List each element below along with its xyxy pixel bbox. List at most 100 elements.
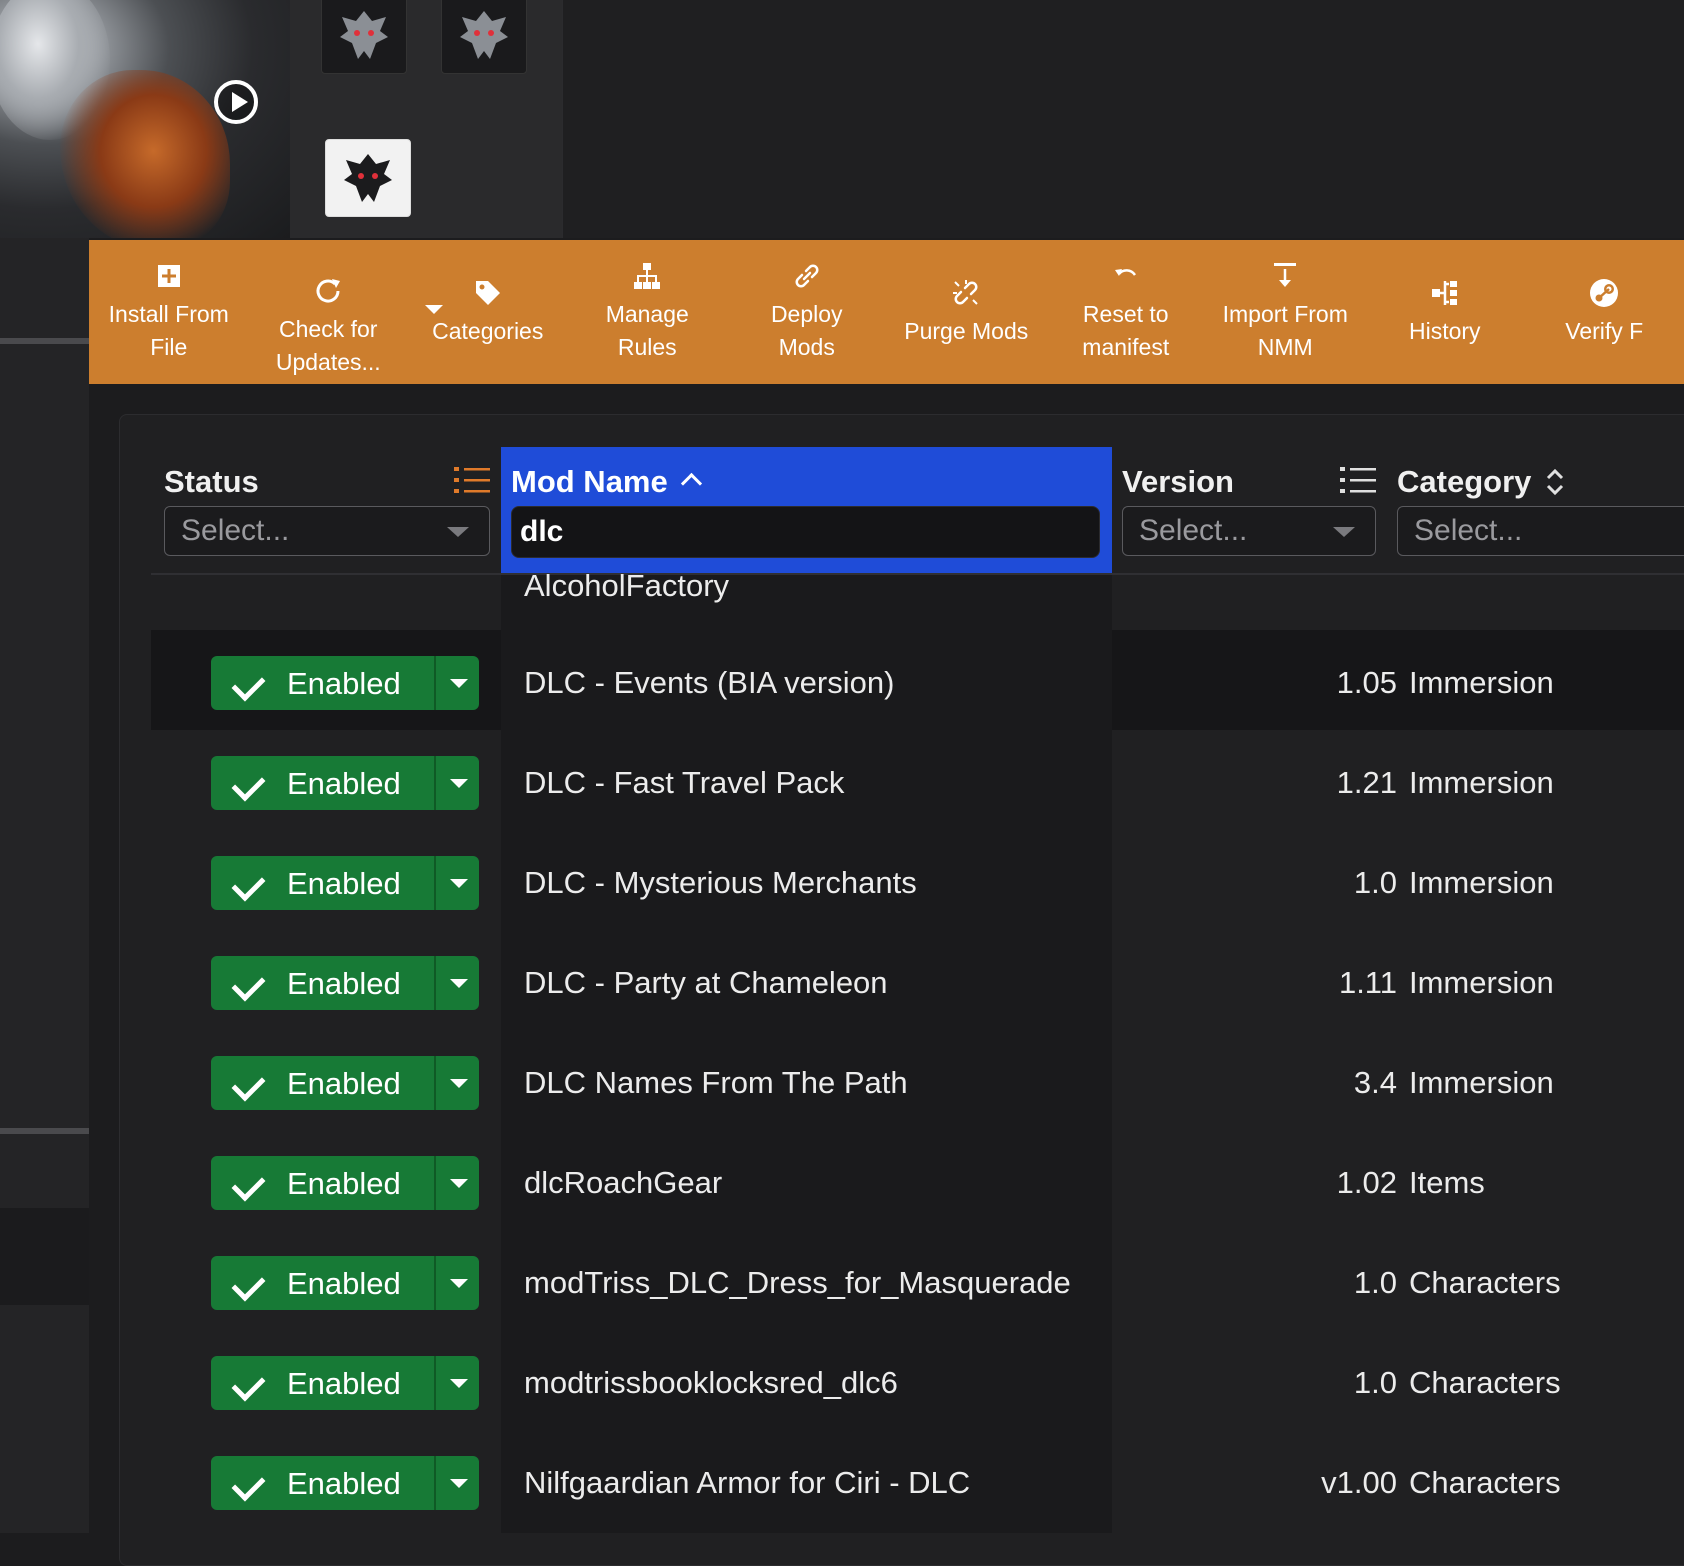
caret-down-icon[interactable] (450, 1179, 468, 1188)
mod-category: Items (1409, 1165, 1485, 1201)
table-row[interactable]: Enabled DLC - Fast Travel Pack 1.21 Imme… (151, 732, 1684, 832)
table-row[interactable]: Enabled DLC - Events (BIA version) 1.05 … (151, 632, 1684, 732)
caret-down-icon[interactable] (450, 1479, 468, 1488)
version-column-header[interactable]: Version (1122, 464, 1234, 500)
enabled-status-button[interactable]: Enabled (211, 856, 479, 910)
partial-list-item[interactable]: AlcoholFactory (524, 568, 729, 604)
install-from-file-button[interactable]: Install From File (89, 240, 249, 384)
tool-thumbnail-3[interactable] (325, 139, 411, 217)
caret-down-icon[interactable] (450, 779, 468, 788)
enabled-status-button[interactable]: Enabled (211, 1456, 479, 1510)
table-row[interactable]: Enabled dlcRoachGear 1.02 Items (151, 1132, 1684, 1232)
caret-down-icon[interactable] (450, 1079, 468, 1088)
caret-down-icon[interactable] (450, 979, 468, 988)
checkmark-icon (232, 868, 266, 902)
deploy-mods-button[interactable]: Deploy Mods (727, 240, 887, 384)
mod-version: 1.05 (1337, 665, 1397, 701)
mod-version: 3.4 (1354, 1065, 1397, 1101)
mod-category: Characters (1409, 1265, 1561, 1301)
wolf-icon (336, 7, 392, 63)
undo-icon (1110, 260, 1142, 292)
import-from-nmm-button[interactable]: Import From NMM (1206, 240, 1366, 384)
table-row[interactable]: Enabled DLC Names From The Path 3.4 Imme… (151, 1032, 1684, 1132)
reset-to-manifest-button[interactable]: Reset to manifest (1046, 240, 1206, 384)
table-row[interactable]: Enabled modTriss_DLC_Dress_for_Masquerad… (151, 1232, 1684, 1332)
category-column-header[interactable]: Category (1397, 464, 1531, 500)
enabled-status-button[interactable]: Enabled (211, 1056, 479, 1110)
wolf-icon (456, 7, 512, 63)
history-button[interactable]: History (1365, 240, 1525, 384)
table-row[interactable]: Enabled modtrissbooklocksred_dlc6 1.0 Ch… (151, 1332, 1684, 1432)
mods-toolbar: Install From File Check for Updates... C… (89, 240, 1684, 384)
install-icon (153, 260, 185, 292)
game-header (0, 0, 1684, 238)
mod-category: Immersion (1409, 965, 1554, 1001)
caret-down-icon[interactable] (450, 879, 468, 888)
mod-category: Characters (1409, 1365, 1561, 1401)
mod-category: Immersion (1409, 765, 1554, 801)
category-filter-select[interactable]: Select... (1397, 506, 1684, 556)
steam-icon (1588, 277, 1620, 309)
manage-rules-button[interactable]: Manage Rules (568, 240, 728, 384)
mod-name: DLC - Events (BIA version) (524, 665, 894, 701)
checkmark-icon (232, 1268, 266, 1302)
enabled-status-button[interactable]: Enabled (211, 756, 479, 810)
mod-name-filter-input[interactable] (511, 506, 1100, 558)
mod-name: DLC - Fast Travel Pack (524, 765, 844, 801)
left-sidebar (0, 238, 89, 1533)
checkmark-icon (232, 1468, 266, 1502)
check-updates-dropdown-icon[interactable] (425, 305, 443, 314)
mod-name-column-header[interactable]: Mod Name (511, 464, 668, 500)
status-filter-select[interactable]: Select... (164, 506, 490, 556)
import-icon (1269, 260, 1301, 292)
hierarchy-icon (631, 260, 663, 292)
history-icon (1429, 277, 1461, 309)
link-icon (791, 260, 823, 292)
game-thumbnails (290, 0, 562, 238)
play-icon[interactable] (214, 80, 258, 124)
caret-down-icon[interactable] (450, 679, 468, 688)
chevron-down-icon (1333, 527, 1355, 537)
enabled-status-button[interactable]: Enabled (211, 1356, 479, 1410)
status-column-header[interactable]: Status (164, 464, 259, 500)
list-filter-icon[interactable] (1340, 465, 1376, 495)
mod-version: 1.11 (1339, 965, 1397, 1001)
header-divider (151, 573, 1684, 575)
table-row[interactable]: Enabled DLC - Mysterious Merchants 1.0 I… (151, 832, 1684, 932)
refresh-icon (312, 275, 344, 307)
list-filter-icon[interactable] (454, 465, 490, 495)
enabled-status-button[interactable]: Enabled (211, 1156, 479, 1210)
chevron-down-icon (447, 527, 469, 537)
game-cover-art (0, 0, 290, 238)
caret-down-icon[interactable] (450, 1379, 468, 1388)
mod-category: Immersion (1409, 865, 1554, 901)
checkmark-icon (232, 1168, 266, 1202)
enabled-status-button[interactable]: Enabled (211, 1256, 479, 1310)
mod-name: Nilfgaardian Armor for Ciri - DLC (524, 1465, 970, 1501)
mod-name: DLC - Mysterious Merchants (524, 865, 917, 901)
mod-version: 1.0 (1354, 1365, 1397, 1401)
mod-name: DLC - Party at Chameleon (524, 965, 888, 1001)
check-for-updates-button[interactable]: Check for Updates... (249, 240, 409, 384)
sort-icon[interactable] (1544, 466, 1566, 498)
checkmark-icon (232, 668, 266, 702)
mod-name: modTriss_DLC_Dress_for_Masquerade (524, 1265, 1071, 1301)
mod-category: Immersion (1409, 665, 1554, 701)
verify-files-button[interactable]: Verify F (1525, 240, 1684, 384)
tag-icon (472, 277, 504, 309)
mod-version: 1.02 (1337, 1165, 1397, 1201)
tool-thumbnail-1[interactable] (321, 0, 407, 74)
checkmark-icon (232, 1368, 266, 1402)
table-row[interactable]: Enabled DLC - Party at Chameleon 1.11 Im… (151, 932, 1684, 1032)
mod-version: 1.0 (1354, 865, 1397, 901)
enabled-status-button[interactable]: Enabled (211, 956, 479, 1010)
enabled-status-button[interactable]: Enabled (211, 656, 479, 710)
purge-mods-button[interactable]: Purge Mods (887, 240, 1047, 384)
mod-version: v1.00 (1321, 1465, 1397, 1501)
wolf-icon (340, 150, 396, 206)
tool-thumbnail-2[interactable] (441, 0, 527, 74)
checkmark-icon (232, 768, 266, 802)
version-filter-select[interactable]: Select... (1122, 506, 1376, 556)
caret-down-icon[interactable] (450, 1279, 468, 1288)
table-row[interactable]: Enabled Nilfgaardian Armor for Ciri - DL… (151, 1432, 1684, 1532)
